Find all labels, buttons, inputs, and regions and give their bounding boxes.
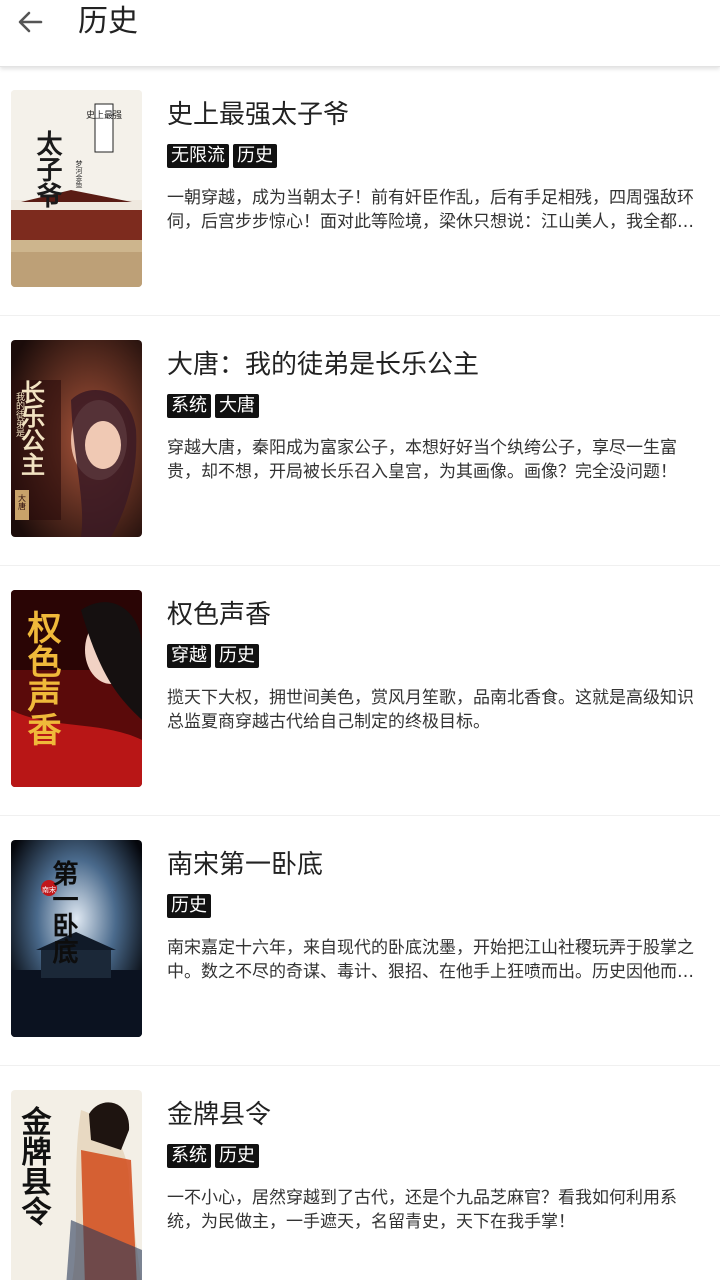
app: 历史 史上最强 太子爷 梦河金鱼 史上最强太子爷 无限流 历史 一朝穿越，成为当… <box>0 0 720 1280</box>
tag-list: 无限流 历史 <box>167 144 277 168</box>
cover-author: 大唐 <box>18 493 27 511</box>
tag[interactable]: 穿越 <box>167 644 211 668</box>
book-title: 大唐：我的徒弟是长乐公主 <box>167 350 480 380</box>
book-item[interactable]: 史上最强 太子爷 梦河金鱼 史上最强太子爷 无限流 历史 一朝穿越，成为当朝太子… <box>0 66 720 316</box>
book-cover[interactable]: 权色声香 <box>11 590 142 787</box>
book-title: 权色声香 <box>167 600 272 630</box>
tag-list: 穿越 历史 <box>167 644 259 668</box>
book-description: 一朝穿越，成为当朝太子！前有奸臣作乱，后有手足相残，四周强敌环伺，后宫步步惊心！… <box>167 188 694 232</box>
arrow-left-icon <box>16 8 44 40</box>
book-description: 穿越大唐，秦阳成为富家公子，本想好好当个纨绔公子，享尽一生富贵，却不想，开局被长… <box>167 438 677 482</box>
book-title: 金牌县令 <box>167 1100 272 1130</box>
book-cover[interactable]: 长乐公主 我的徒弟是 大唐 <box>11 340 142 537</box>
back-button[interactable] <box>10 4 50 44</box>
book-cover[interactable]: 金牌县令 <box>11 1090 142 1280</box>
tag[interactable]: 历史 <box>215 1144 259 1168</box>
book-cover[interactable]: 史上最强 太子爷 梦河金鱼 <box>11 90 142 287</box>
book-item[interactable]: 金牌县令 金牌县令 系统 历史 一不小心，居然穿越到了古代，还是个九品芝麻官？看… <box>0 1066 720 1280</box>
book-title: 史上最强太子爷 <box>167 100 350 130</box>
book-description: 一不小心，居然穿越到了古代，还是个九品芝麻官？看我如何利用系统，为民做主，一手遮… <box>167 1188 677 1232</box>
tag[interactable]: 历史 <box>233 144 277 168</box>
tag[interactable]: 无限流 <box>167 144 229 168</box>
tag-list: 系统 历史 <box>167 1144 259 1168</box>
tag[interactable]: 历史 <box>167 894 211 918</box>
book-item[interactable]: 权色声香 权色声香 穿越 历史 揽天下大权，拥世间美色，赏风月笙歌，品南北香食。… <box>0 566 720 816</box>
page-title: 历史 <box>78 4 138 39</box>
cover-title: 太子爷 <box>32 130 62 208</box>
cover-subtitle: 史上最强 <box>86 109 122 121</box>
book-list: 史上最强 太子爷 梦河金鱼 史上最强太子爷 无限流 历史 一朝穿越，成为当朝太子… <box>0 66 720 1280</box>
tag[interactable]: 系统 <box>167 1144 211 1168</box>
cover-title: 权色声香 <box>21 610 62 746</box>
tag[interactable]: 历史 <box>215 644 259 668</box>
book-item[interactable]: 南宋 第一卧底 南宋第一卧底 历史 南宋嘉定十六年，来自现代的卧底沈墨，开始把江… <box>0 816 720 1066</box>
cover-author: 梦河金鱼 <box>75 160 83 188</box>
tag[interactable]: 系统 <box>167 394 211 418</box>
book-description: 揽天下大权，拥世间美色，赏风月笙歌，品南北香食。这就是高级知识总监夏商穿越古代给… <box>167 688 694 732</box>
tag-list: 历史 <box>167 894 211 918</box>
cover-title: 第一卧底 <box>48 859 78 965</box>
cover-title: 金牌县令 <box>16 1105 53 1227</box>
app-bar: 历史 <box>0 0 720 67</box>
book-description: 南宋嘉定十六年，来自现代的卧底沈墨，开始把江山社稷玩弄于股掌之中。数之不尽的奇谋… <box>167 938 694 982</box>
book-item[interactable]: 长乐公主 我的徒弟是 大唐 大唐：我的徒弟是长乐公主 系统 大唐 穿越大唐，秦阳… <box>0 316 720 566</box>
tag[interactable]: 大唐 <box>215 394 259 418</box>
tag-list: 系统 大唐 <box>167 394 259 418</box>
cover-subtitle: 我的徒弟是 <box>14 392 25 438</box>
book-title: 南宋第一卧底 <box>167 850 324 880</box>
book-cover[interactable]: 南宋 第一卧底 <box>11 840 142 1037</box>
